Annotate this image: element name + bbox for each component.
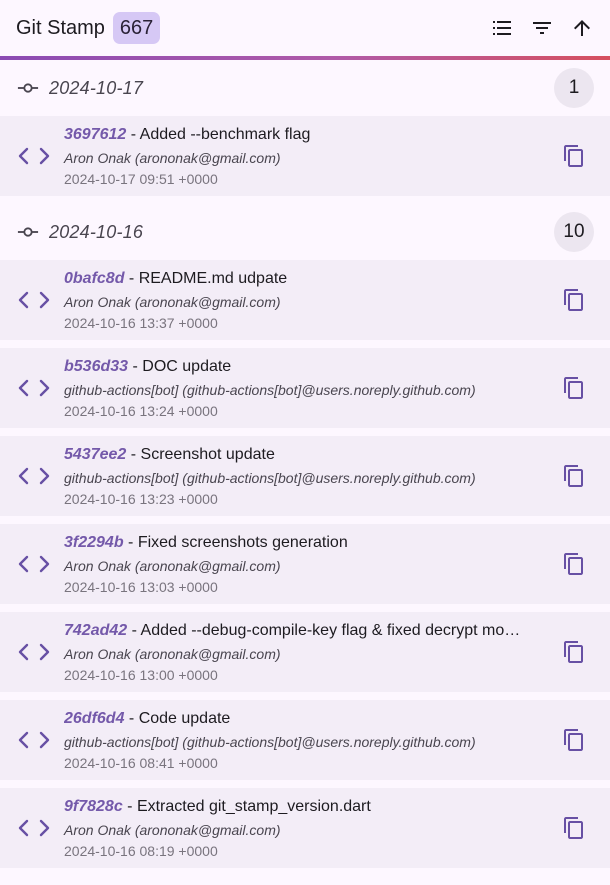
separator: - — [126, 446, 141, 463]
group-count-badge: 10 — [554, 212, 594, 252]
commit-author: Aron Onak (arononak@gmail.com) — [64, 558, 281, 574]
date-group-header: 2024-10-17 1 — [0, 60, 610, 116]
commit-row[interactable]: 26df6d4 - Code update github-actions[bot… — [0, 700, 610, 780]
copy-icon[interactable] — [562, 288, 586, 312]
commit-message: Extracted git_stamp_version.dart — [136, 798, 371, 815]
commit-row[interactable]: 3697612 - Added --benchmark flag Aron On… — [0, 116, 610, 196]
group-count-badge: 1 — [554, 68, 594, 108]
list-view-button[interactable] — [482, 8, 522, 48]
commit-title-line: 9f7828c - Extracted git_stamp_version.da… — [64, 796, 544, 818]
commit-row[interactable]: b536d33 - DOC update github-actions[bot]… — [0, 348, 610, 428]
copy-icon[interactable] — [562, 464, 586, 488]
commit-time: 2024-10-17 09:51 +0000 — [64, 171, 218, 187]
copy-icon[interactable] — [562, 640, 586, 664]
date-group-header: 2024-10-16 10 — [0, 204, 610, 260]
app-bar-actions — [482, 0, 610, 56]
separator: - — [123, 534, 138, 551]
code-icon — [18, 379, 50, 397]
commit-title-line: 5437ee2 - Screenshot update — [64, 444, 544, 466]
commit-text: b536d33 - DOC update github-actions[bot]… — [64, 356, 544, 421]
commit-time: 2024-10-16 13:00 +0000 — [64, 667, 218, 683]
commit-time: 2024-10-16 08:19 +0000 — [64, 843, 218, 859]
list-icon — [493, 21, 511, 35]
commit-list: 2024-10-17 1 3697612 - Added --benchmark… — [0, 60, 610, 876]
code-icon — [18, 147, 50, 165]
code-icon — [18, 643, 50, 661]
commit-title-line: 0bafc8d - README.md udpate — [64, 268, 544, 290]
commit-author: github-actions[bot] (github-actions[bot]… — [64, 734, 476, 750]
commit-message: README.md udpate — [138, 270, 288, 287]
commit-row[interactable]: 3f2294b - Fixed screenshots generation A… — [0, 524, 610, 604]
code-icon — [18, 819, 50, 837]
code-icon — [18, 731, 50, 749]
copy-icon[interactable] — [562, 376, 586, 400]
filter-button[interactable] — [522, 8, 562, 48]
commit-hash[interactable]: 0bafc8d — [64, 270, 124, 287]
commit-text: 5437ee2 - Screenshot update github-actio… — [64, 444, 544, 509]
commit-message: Screenshot update — [140, 446, 275, 463]
commit-row[interactable]: 5437ee2 - Screenshot update github-actio… — [0, 436, 610, 516]
commit-time: 2024-10-16 13:37 +0000 — [64, 315, 218, 331]
group-date: 2024-10-17 — [49, 77, 144, 98]
commit-message: Fixed screenshots generation — [137, 534, 348, 551]
commit-author: Aron Onak (arononak@gmail.com) — [64, 646, 281, 662]
code-icon — [18, 467, 50, 485]
copy-icon[interactable] — [562, 728, 586, 752]
commit-icon — [17, 227, 39, 237]
commit-text: 742ad42 - Added --debug-compile-key flag… — [64, 620, 544, 685]
commit-row[interactable]: 9f7828c - Extracted git_stamp_version.da… — [0, 788, 610, 868]
commit-time: 2024-10-16 13:23 +0000 — [64, 491, 218, 507]
commit-title-line: 742ad42 - Added --debug-compile-key flag… — [64, 620, 544, 642]
commit-hash[interactable]: 3697612 — [64, 126, 126, 143]
commit-hash[interactable]: 9f7828c — [64, 798, 123, 815]
app-bar: Git Stamp 667 — [0, 0, 610, 56]
commit-text: 9f7828c - Extracted git_stamp_version.da… — [64, 796, 544, 861]
commit-message: Added --benchmark flag — [139, 126, 311, 143]
commit-hash[interactable]: 742ad42 — [64, 622, 127, 639]
commit-text: 0bafc8d - README.md udpate Aron Onak (ar… — [64, 268, 544, 333]
commit-icon — [17, 83, 39, 93]
code-icon — [18, 291, 50, 309]
commit-count-badge: 667 — [112, 12, 161, 44]
commit-row[interactable]: 0bafc8d - README.md udpate Aron Onak (ar… — [0, 260, 610, 340]
commit-row[interactable]: 742ad42 - Added --debug-compile-key flag… — [0, 612, 610, 692]
commit-text: 3697612 - Added --benchmark flag Aron On… — [64, 124, 544, 189]
separator: - — [128, 358, 143, 375]
commit-title-line: 3f2294b - Fixed screenshots generation — [64, 532, 544, 554]
commit-text: 26df6d4 - Code update github-actions[bot… — [64, 708, 544, 773]
commit-time: 2024-10-16 08:41 +0000 — [64, 755, 218, 771]
commit-hash[interactable]: 3f2294b — [64, 534, 124, 551]
commit-author: Aron Onak (arononak@gmail.com) — [64, 822, 281, 838]
commit-text: 3f2294b - Fixed screenshots generation A… — [64, 532, 544, 597]
commit-author: Aron Onak (arononak@gmail.com) — [64, 150, 281, 166]
commit-hash[interactable]: 26df6d4 — [64, 710, 124, 727]
app-title: Git Stamp — [16, 16, 105, 39]
copy-icon[interactable] — [562, 816, 586, 840]
separator: - — [127, 622, 141, 639]
code-icon — [18, 555, 50, 573]
commit-time: 2024-10-16 13:03 +0000 — [64, 579, 218, 595]
commit-author: github-actions[bot] (github-actions[bot]… — [64, 382, 476, 398]
commit-author: Aron Onak (arononak@gmail.com) — [64, 294, 281, 310]
separator: - — [122, 798, 137, 815]
copy-icon[interactable] — [562, 552, 586, 576]
filter-icon — [533, 22, 551, 34]
separator: - — [124, 270, 139, 287]
commit-title-line: 3697612 - Added --benchmark flag — [64, 124, 544, 146]
commit-author: github-actions[bot] (github-actions[bot]… — [64, 470, 476, 486]
commit-title-line: b536d33 - DOC update — [64, 356, 544, 378]
commit-message: Code update — [138, 710, 231, 727]
commit-hash[interactable]: b536d33 — [64, 358, 128, 375]
group-date: 2024-10-16 — [49, 221, 144, 242]
separator: - — [124, 710, 139, 727]
arrow-up-icon — [574, 20, 590, 36]
copy-icon[interactable] — [562, 144, 586, 168]
separator: - — [126, 126, 140, 143]
commit-message: Added --debug-compile-key flag & fixed d… — [140, 622, 521, 639]
commit-hash[interactable]: 5437ee2 — [64, 446, 126, 463]
commit-title-line: 26df6d4 - Code update — [64, 708, 544, 730]
sort-button[interactable] — [562, 8, 602, 48]
commit-message: DOC update — [142, 358, 232, 375]
commit-time: 2024-10-16 13:24 +0000 — [64, 403, 218, 419]
